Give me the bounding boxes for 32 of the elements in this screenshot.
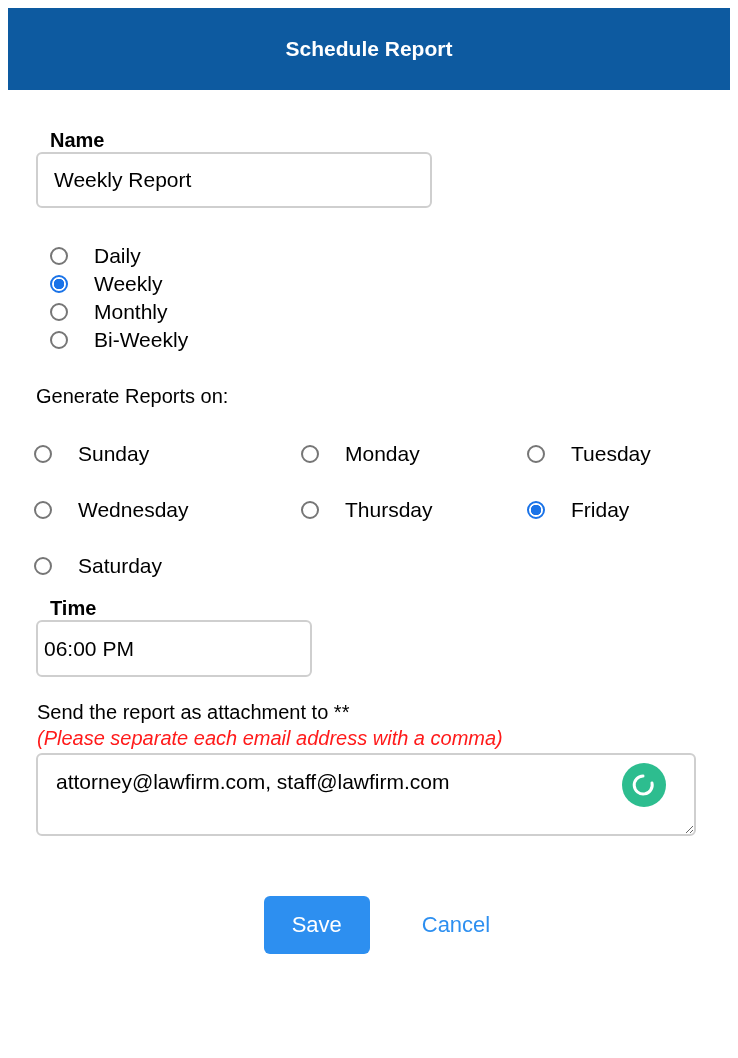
day-label: Wednesday: [78, 498, 189, 522]
radio-button[interactable]: [50, 331, 68, 349]
section-label: Generate Reports on:: [36, 384, 230, 408]
radio-button[interactable]: [301, 445, 319, 463]
option-label: Bi-Weekly: [94, 328, 189, 352]
hint-text: (Please separate each email address with a comma): [36, 726, 504, 751]
radio-button[interactable]: [50, 303, 68, 321]
radio-button[interactable]: [301, 501, 319, 519]
field-label: Time: [49, 596, 98, 620]
day-label: Monday: [345, 442, 420, 466]
radio-button[interactable]: [34, 501, 52, 519]
dialog-title: Schedule Report: [285, 37, 453, 61]
day-label: Tuesday: [571, 442, 651, 466]
radio-button[interactable]: [34, 445, 52, 463]
name-field[interactable]: Weekly Report: [36, 152, 432, 208]
option-label: Weekly: [94, 272, 163, 296]
radio-button[interactable]: [50, 247, 68, 265]
day-label: Saturday: [78, 554, 163, 578]
field-label: Send the report as attachment to **: [36, 700, 351, 725]
assistant-icon[interactable]: [622, 763, 666, 807]
radio-button[interactable]: [50, 275, 68, 293]
radio-button[interactable]: [527, 445, 545, 463]
option-label: Daily: [94, 244, 141, 268]
field-label: Name: [49, 128, 106, 152]
day-label: Friday: [571, 498, 630, 522]
radio-button[interactable]: [34, 557, 52, 575]
option-label: Monthly: [94, 300, 168, 324]
time-field[interactable]: 06:00 PM: [36, 620, 312, 677]
day-label: Thursday: [345, 498, 433, 522]
radio-button[interactable]: [527, 501, 545, 519]
email-field[interactable]: attorney@lawfirm.com, staff@lawfirm.com: [36, 753, 696, 836]
day-label: Sunday: [78, 442, 150, 466]
